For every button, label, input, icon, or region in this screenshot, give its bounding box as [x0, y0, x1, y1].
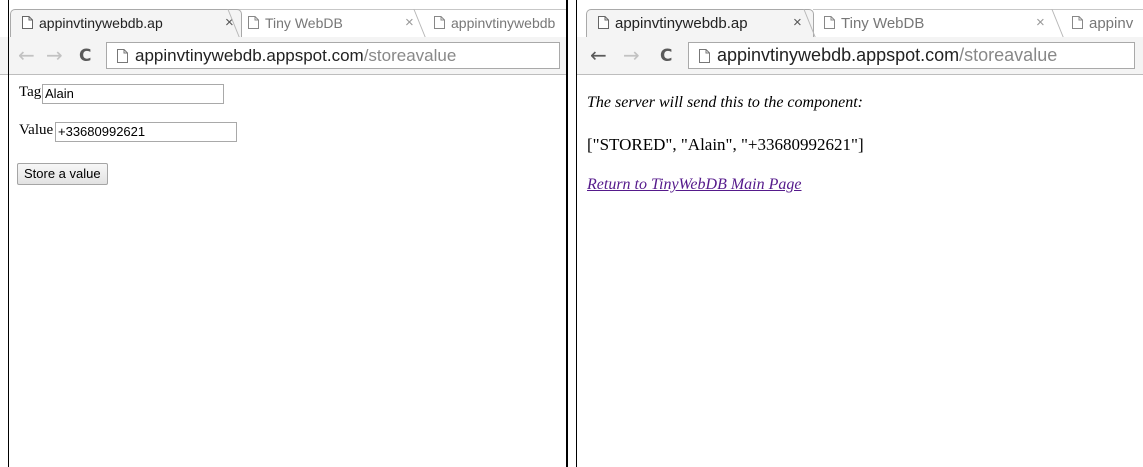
tab-title: Tiny WebDB [265, 15, 343, 31]
url-path: /storeavalue [959, 45, 1058, 65]
url-path: /storeavalue [363, 46, 457, 65]
page-content: Tag Alain Value +33680992621 Store a val… [9, 75, 566, 467]
server-response: ["STORED", "Alain", "+33680992621"] [587, 135, 864, 154]
page-icon [699, 49, 710, 63]
store-value-button[interactable]: Store a value [17, 163, 108, 185]
window-border [8, 0, 9, 467]
close-tab-icon[interactable]: × [793, 14, 802, 31]
right-browser-window: appinvtinywebdb.ap × Tiny WebDB × appinv… [576, 0, 1143, 467]
tab-title: appinv [1089, 15, 1134, 32]
page-content: The server will send this to the compone… [585, 75, 1141, 467]
page-icon [434, 16, 445, 29]
tab-storeavalue[interactable]: appinvtinywebdb.ap × [10, 9, 242, 37]
page-icon [598, 16, 609, 29]
url-host: appinvtinywebdb.appspot.com [135, 46, 364, 65]
address-bar[interactable]: appinvtinywebdb.appspot.com/storeavalue [106, 42, 560, 69]
tab-title: appinvtinywebdb.ap [615, 15, 748, 32]
window-border [566, 0, 568, 467]
back-arrow-icon[interactable]: ← [18, 44, 35, 66]
tab-appinvtinywebdb[interactable]: appinvtinywebdb [423, 9, 568, 37]
tab-appinv[interactable]: appinv [1061, 9, 1143, 37]
server-intro-text: The server will send this to the compone… [587, 94, 863, 111]
toolbar: ← → C appinvtinywebdb.appspot.com/storea… [0, 37, 568, 75]
left-browser-window: appinvtinywebdb.ap × Tiny WebDB × appinv… [0, 0, 568, 467]
window-border [576, 0, 577, 467]
tab-title: appinvtinywebdb [451, 15, 556, 31]
tab-title: Tiny WebDB [841, 15, 925, 32]
tab-tiny-webdb[interactable]: Tiny WebDB × [237, 9, 423, 37]
page-icon [248, 16, 259, 29]
tab-title: appinvtinywebdb.ap [39, 15, 163, 31]
value-input[interactable]: +33680992621 [55, 122, 237, 142]
value-label: Value [19, 122, 54, 138]
reload-icon[interactable]: C [660, 45, 672, 67]
page-icon [824, 16, 835, 29]
page-icon [117, 49, 128, 63]
url-host: appinvtinywebdb.appspot.com [717, 45, 960, 65]
forward-arrow-icon[interactable]: → [46, 44, 63, 66]
tab-storeavalue[interactable]: appinvtinywebdb.ap × [586, 9, 814, 37]
tab-strip: appinvtinywebdb.ap × Tiny WebDB × appinv [576, 0, 1143, 37]
page-icon [22, 16, 33, 29]
return-main-page-link[interactable]: Return to TinyWebDB Main Page [587, 176, 802, 194]
url-text: appinvtinywebdb.appspot.com/storeavalue [135, 43, 456, 68]
back-arrow-icon[interactable]: ← [590, 44, 607, 66]
page-icon [1072, 16, 1083, 29]
tab-tiny-webdb[interactable]: Tiny WebDB × [813, 9, 1061, 37]
url-text: appinvtinywebdb.appspot.com/storeavalue [717, 43, 1057, 68]
reload-icon[interactable]: C [79, 45, 91, 67]
toolbar: ← → C appinvtinywebdb.appspot.com/storea… [576, 37, 1143, 75]
close-tab-icon[interactable]: × [405, 14, 414, 31]
tag-label: Tag [19, 84, 42, 100]
address-bar[interactable]: appinvtinywebdb.appspot.com/storeavalue [688, 42, 1135, 69]
close-tab-icon[interactable]: × [1036, 14, 1045, 31]
tag-input[interactable]: Alain [42, 84, 224, 104]
tab-strip: appinvtinywebdb.ap × Tiny WebDB × appinv… [0, 0, 568, 37]
forward-arrow-icon[interactable]: → [623, 44, 640, 66]
